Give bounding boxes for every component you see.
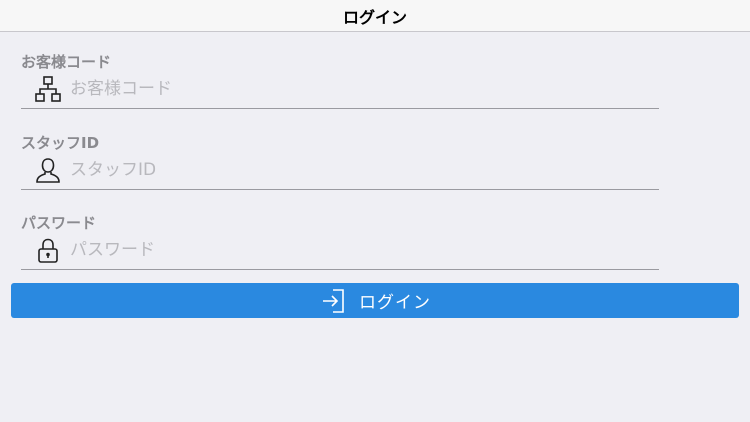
customer-code-field-group: お客様コード [21,52,659,112]
customer-code-row[interactable] [21,72,659,109]
lock-icon [38,238,58,263]
password-input[interactable] [70,237,630,263]
sign-in-icon [323,288,344,313]
customer-code-label: お客様コード [21,53,112,71]
staff-id-input[interactable] [70,157,630,183]
login-button-content: ログイン [319,287,431,315]
login-button-label: ログイン [359,293,431,313]
staff-id-label: スタッフID [21,134,100,152]
password-field-group: パスワード [21,213,659,273]
customer-code-input[interactable] [70,76,630,102]
staff-id-row[interactable] [21,153,659,190]
staff-id-field-group: スタッフID [21,133,659,193]
user-icon [36,158,60,183]
page-title: ログイン [342,7,407,27]
password-label: パスワード [21,214,97,232]
login-button[interactable]: ログイン [11,283,739,318]
sitemap-icon [35,76,61,102]
password-row[interactable] [21,233,659,270]
navigation-bar: ログイン [0,0,750,32]
